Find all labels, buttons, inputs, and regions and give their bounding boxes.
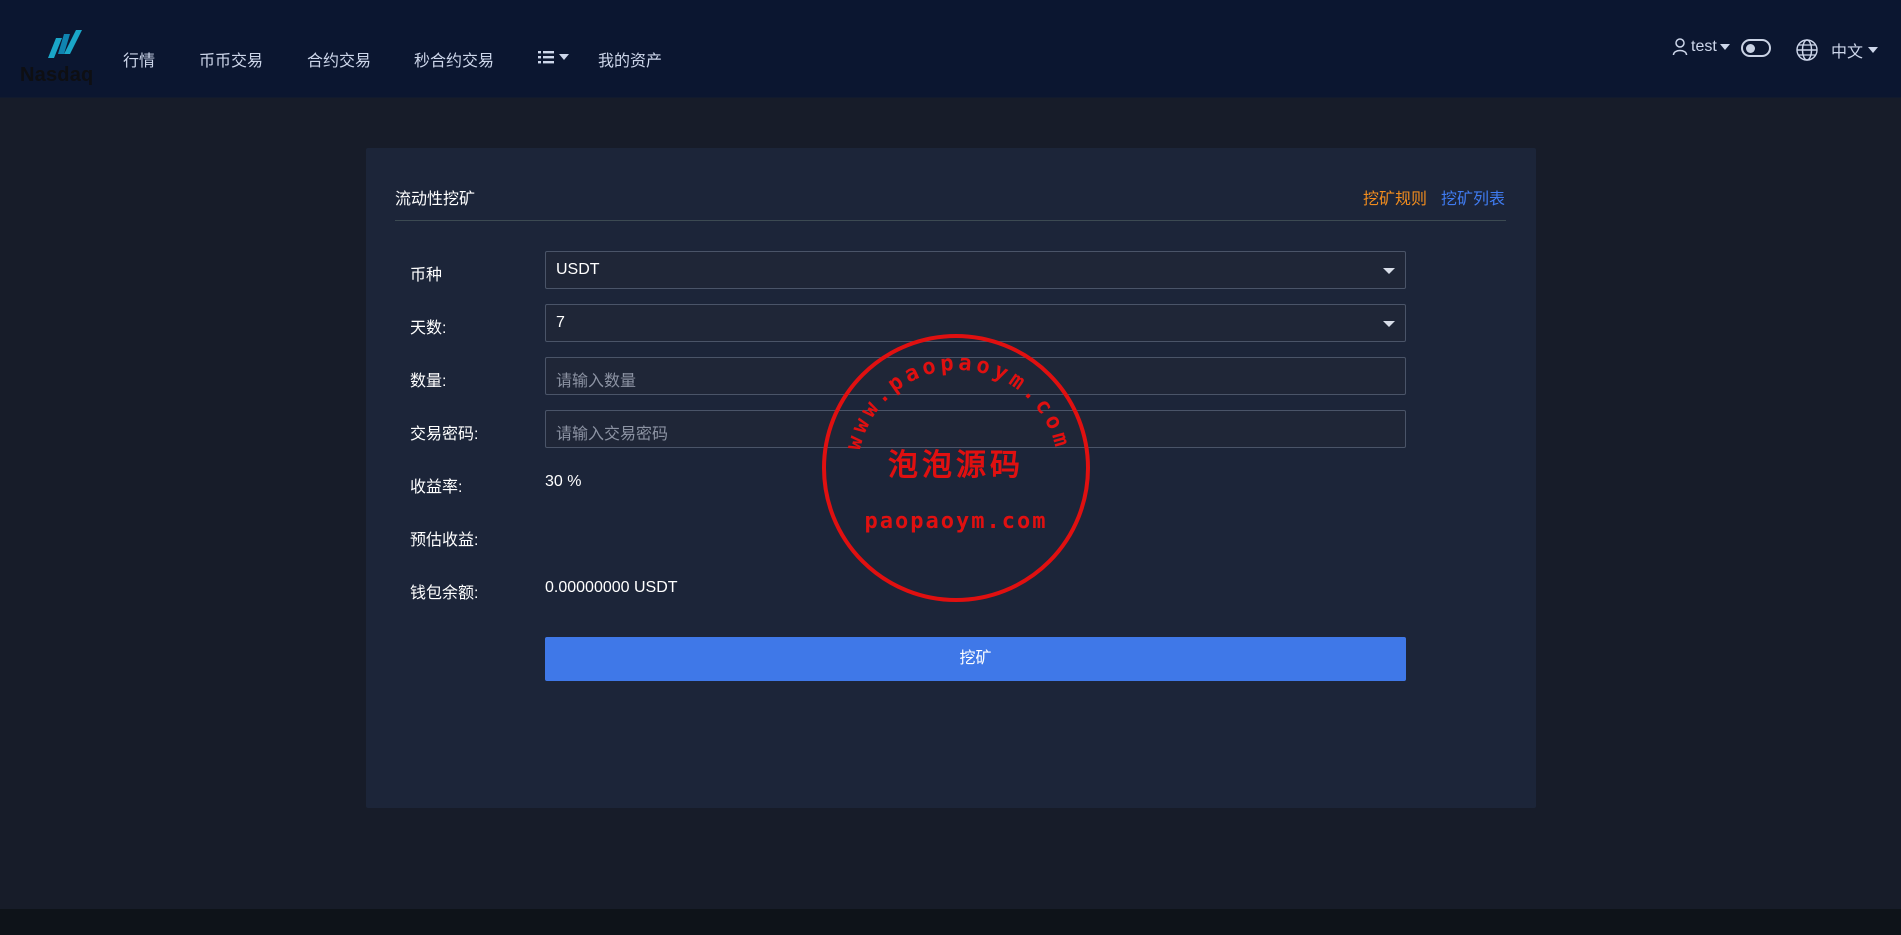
nasdaq-logo[interactable]: Nasdaq xyxy=(20,28,98,86)
mining-rules-link[interactable]: 挖矿规则 xyxy=(1363,185,1427,209)
amount-placeholder: 请输入数量 xyxy=(556,373,637,390)
days-label: 天数: xyxy=(410,320,447,337)
nav-contract-trading[interactable]: 合约交易 xyxy=(307,47,371,71)
chevron-down-icon xyxy=(1719,44,1730,50)
currency-select[interactable]: USDT xyxy=(545,251,1406,289)
mine-button[interactable]: 挖矿 xyxy=(545,637,1406,681)
theme-toggle[interactable] xyxy=(1741,39,1771,57)
trade-password-label: 交易密码: xyxy=(410,426,479,443)
language-label: 中文 xyxy=(1831,44,1864,61)
wallet-balance-value: 0.00000000 USDT xyxy=(545,579,678,596)
nav-my-assets[interactable]: 我的资产 xyxy=(598,47,662,71)
nav-market[interactable]: 行情 xyxy=(123,47,155,71)
divider xyxy=(395,220,1506,221)
days-value: 7 xyxy=(556,314,565,331)
nasdaq-logo-icon xyxy=(48,30,82,58)
globe-icon[interactable] xyxy=(1795,38,1819,62)
language-selector[interactable]: 中文 xyxy=(1831,38,1879,62)
page-title: 流动性挖矿 xyxy=(395,191,476,208)
watermark-bottom-text: paopaoym.com xyxy=(865,509,1048,534)
nav-second-contract[interactable]: 秒合约交易 xyxy=(414,47,494,71)
amount-label: 数量: xyxy=(410,373,447,390)
list-menu-icon[interactable] xyxy=(538,48,574,66)
logo-text: Nasdaq xyxy=(20,64,94,86)
yield-label: 收益率: xyxy=(410,479,463,496)
chevron-down-icon xyxy=(1383,268,1395,274)
currency-label: 币种 xyxy=(410,267,443,284)
chevron-down-icon xyxy=(1868,47,1879,53)
estimated-income-label: 预估收益: xyxy=(410,532,479,549)
chevron-down-icon xyxy=(1383,321,1395,327)
top-navbar: Nasdaq 行情 币币交易 合约交易 秒合约交易 我的资产 test 中文 xyxy=(0,0,1901,98)
footer-bar xyxy=(0,909,1901,935)
toggle-knob xyxy=(1746,44,1755,53)
watermark-stamp: www.paopaoym.com 泡泡源码 paopaoym.com xyxy=(822,334,1090,602)
user-menu[interactable]: test xyxy=(1672,38,1730,56)
user-icon xyxy=(1672,38,1688,56)
nav-spot-trading[interactable]: 币币交易 xyxy=(199,47,263,71)
currency-value: USDT xyxy=(556,261,600,278)
trade-password-placeholder: 请输入交易密码 xyxy=(556,426,669,443)
yield-value: 30 % xyxy=(545,473,582,490)
user-name: test xyxy=(1691,38,1717,55)
wallet-balance-label: 钱包余额: xyxy=(410,585,479,602)
mining-list-link[interactable]: 挖矿列表 xyxy=(1441,185,1505,209)
watermark-center-text: 泡泡源码 xyxy=(888,448,1024,483)
